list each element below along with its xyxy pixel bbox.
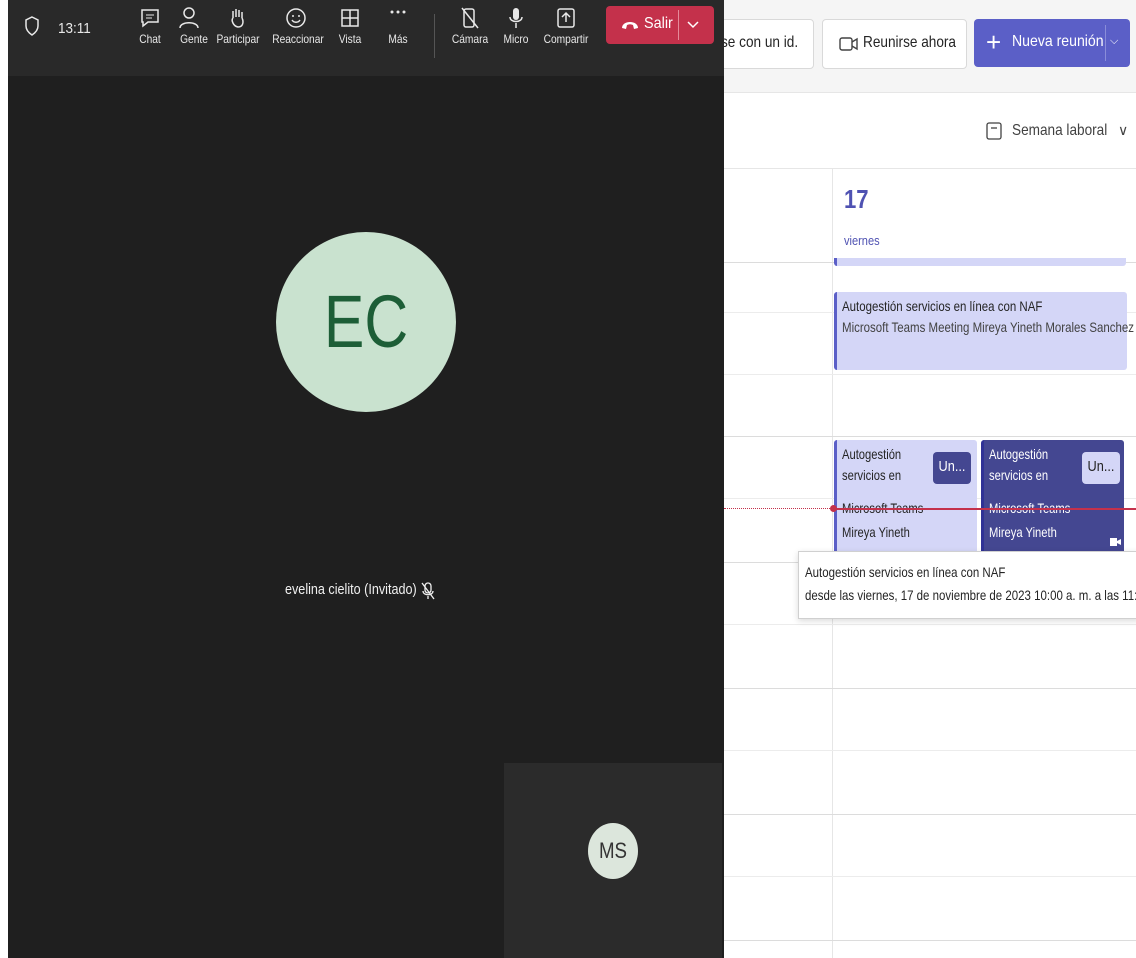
mic-label: Micro [503, 32, 529, 46]
calendar-event[interactable]: Autogestión servicios en Microsoft Teams… [834, 440, 977, 565]
toolbar-divider [434, 14, 435, 58]
chevron-down-icon[interactable] [686, 19, 700, 31]
participant-initials: EC [323, 280, 409, 363]
calendar-header: se con un id. Reunirse ahora + Nueva reu… [724, 0, 1136, 92]
day-number[interactable]: 17 [844, 184, 869, 215]
tooltip-title: Autogestión servicios en línea con NAF [805, 564, 1006, 580]
mic-button[interactable]: Micro [488, 6, 544, 66]
left-margin [0, 0, 8, 958]
event-subtitle: Microsoft Teams Meeting Mireya Yineth Mo… [842, 319, 1135, 335]
grid-line [724, 374, 1136, 375]
grid-view-icon [341, 9, 359, 27]
people-icon [179, 7, 199, 29]
new-meeting-divider [1105, 25, 1106, 61]
grid-line [724, 624, 1136, 625]
hang-up-icon [622, 22, 638, 29]
pill-label: Un... [938, 458, 966, 475]
event-title: Autogestión servicios en línea con NAF [842, 298, 1043, 314]
self-avatar: MS [588, 823, 638, 879]
leave-divider [678, 10, 679, 40]
grid-line [724, 436, 1136, 437]
time-line-dot [830, 505, 837, 512]
grid-line [724, 876, 1136, 877]
hand-icon [231, 9, 244, 28]
react-label: Reaccionar [272, 32, 324, 46]
event-line: Mireya Yineth [989, 524, 1057, 540]
event-line: Mireya Yineth [842, 524, 910, 540]
more-label: Más [388, 32, 408, 46]
raise-hand-button[interactable]: Participar [210, 6, 266, 66]
camera-label: Cámara [451, 32, 489, 46]
self-video-tile[interactable]: MS [504, 763, 722, 958]
shield-icon [25, 16, 39, 36]
event-tooltip: Autogestión servicios en línea con NAF d… [798, 551, 1136, 619]
participant-name: evelina cielito (Invitado) [285, 581, 417, 598]
join-with-id-label: se con un id. [724, 34, 799, 51]
current-time-line [724, 505, 1136, 512]
plus-icon: + [986, 27, 1002, 57]
meeting-toolbar: 13:11 Chat Gente Participar Reaccionar V… [8, 0, 724, 76]
mic-muted-icon [421, 582, 435, 600]
camera-off-icon [461, 7, 479, 29]
react-button[interactable]: Reaccionar [268, 6, 324, 66]
grid-line [724, 688, 1136, 689]
event-earlier[interactable] [834, 258, 1126, 266]
time-line-dotted [724, 508, 832, 509]
divider [724, 92, 1136, 93]
calendar-panel: se con un id. Reunirse ahora + Nueva reu… [724, 0, 1136, 958]
grid-line [724, 940, 1136, 941]
event-join-pill[interactable]: Un... [1082, 452, 1120, 484]
more-icon [390, 10, 406, 14]
meet-now-label: Reunirse ahora [863, 34, 956, 51]
share-button[interactable]: Compartir [538, 6, 594, 66]
time-line-solid [832, 508, 1136, 510]
new-meeting-button[interactable]: + Nueva reunión ⌵ [974, 19, 1130, 67]
pill-label: Un... [1087, 458, 1115, 475]
calendar-event[interactable]: Autogestión servicios en Microsoft Teams… [981, 440, 1124, 565]
divider [724, 168, 1136, 169]
event-line: Autogestión [842, 446, 902, 462]
chevron-down-icon: ∨ [1118, 122, 1129, 138]
raise-label: Participar [216, 32, 260, 46]
day-name: viernes [844, 233, 880, 248]
video-camera-icon [839, 37, 858, 51]
event-line: servicios en [989, 467, 1049, 483]
participant-avatar: EC [276, 232, 456, 412]
chevron-down-icon[interactable]: ⌵ [1110, 35, 1118, 48]
leave-button[interactable]: Salir [606, 6, 714, 44]
smiley-icon [286, 8, 306, 28]
new-meeting-label: Nueva reunión [1012, 33, 1104, 50]
grid-line [724, 750, 1136, 751]
event-join-pill[interactable]: Un... [933, 452, 971, 484]
join-with-id-button[interactable]: se con un id. [724, 19, 814, 69]
tooltip-detail: desde las viernes, 17 de noviembre de 20… [805, 587, 1136, 603]
grid-line [724, 814, 1136, 815]
microphone-icon [509, 8, 523, 28]
event-line: servicios en [842, 467, 902, 483]
meet-now-button[interactable]: Reunirse ahora [822, 19, 967, 69]
share-label: Compartir [543, 32, 589, 46]
calendar-event[interactable]: Autogestión servicios en línea con NAF M… [834, 292, 1134, 370]
view-selector-label: Semana laboral [1012, 122, 1108, 139]
more-button[interactable]: Más [370, 6, 426, 66]
chat-icon [141, 9, 159, 28]
leave-label: Salir [644, 15, 673, 32]
meeting-window: 13:11 Chat Gente Participar Reaccionar V… [8, 0, 724, 958]
self-initials: MS [598, 838, 628, 863]
meeting-timer: 13:11 [58, 20, 91, 37]
view-label: Vista [338, 32, 362, 46]
video-camera-icon [1110, 538, 1121, 546]
calendar-view-icon [986, 122, 1002, 140]
share-icon [557, 8, 575, 28]
event-line: Autogestión [989, 446, 1049, 462]
